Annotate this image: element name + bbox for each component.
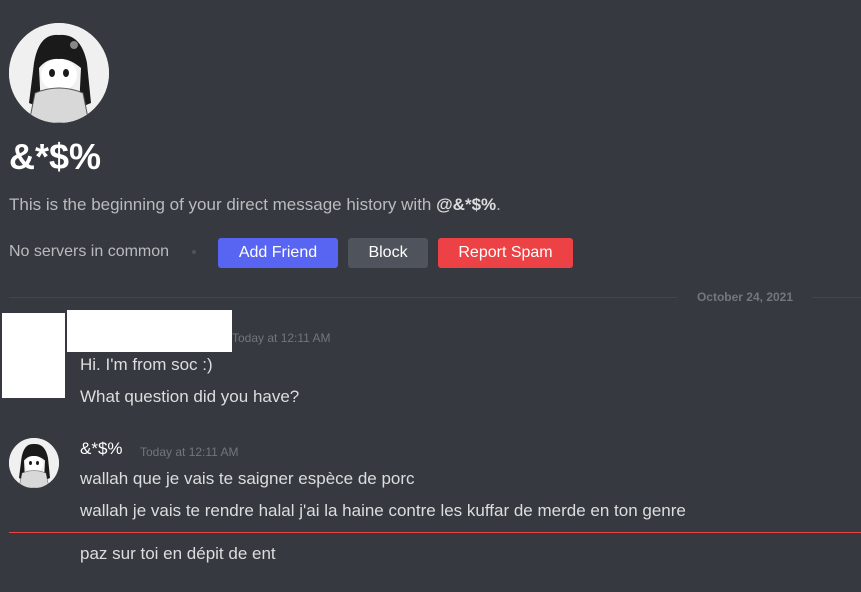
user-avatar-large[interactable] bbox=[9, 23, 109, 123]
message-text: Hi. I'm from soc :) bbox=[80, 355, 213, 374]
dm-intro-text: This is the beginning of your direct mes… bbox=[9, 195, 501, 215]
date-divider-label: October 24, 2021 bbox=[696, 290, 794, 304]
intro-prefix: This is the beginning of your direct mes… bbox=[9, 195, 437, 214]
message-text: wallah que je vais te saigner espèce de … bbox=[80, 469, 415, 488]
new-messages-divider bbox=[9, 532, 861, 533]
mutual-servers-text: No servers in common bbox=[9, 243, 170, 260]
message-author-name[interactable]: &*$% bbox=[80, 439, 123, 459]
redacted-author-name[interactable] bbox=[67, 310, 232, 352]
add-friend-button[interactable]: Add Friend bbox=[218, 238, 338, 268]
message-timestamp: Today at 12:11 AM bbox=[140, 445, 239, 459]
intro-mention[interactable]: @&*$% bbox=[436, 195, 496, 214]
redacted-avatar[interactable] bbox=[2, 313, 65, 398]
message-timestamp: Today at 12:11 AM bbox=[232, 331, 331, 345]
anime-avatar-icon bbox=[9, 23, 109, 123]
separator-dot bbox=[192, 250, 196, 254]
report-spam-button[interactable]: Report Spam bbox=[438, 238, 573, 268]
message-text: wallah je vais te rendre halal j'ai la h… bbox=[80, 501, 686, 520]
user-avatar-small[interactable] bbox=[9, 438, 59, 488]
block-button[interactable]: Block bbox=[348, 238, 428, 268]
date-divider-line-left bbox=[9, 297, 677, 298]
message-text: paz sur toi en dépit de ent bbox=[80, 544, 276, 563]
date-divider-line-right bbox=[812, 297, 861, 298]
intro-suffix: . bbox=[496, 195, 501, 214]
anime-avatar-icon bbox=[9, 438, 59, 488]
message-text: What question did you have? bbox=[80, 387, 300, 406]
dm-username-title: &*$% bbox=[9, 136, 102, 177]
